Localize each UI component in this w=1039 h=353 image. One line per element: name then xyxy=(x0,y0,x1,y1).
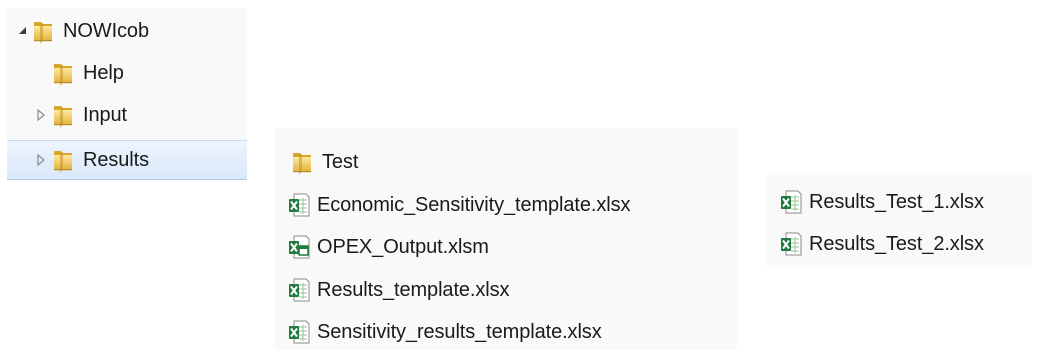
list-item-file[interactable]: Results_template.xlsx xyxy=(287,273,510,307)
list-item-file[interactable]: OPEX_Output.xlsm xyxy=(287,230,489,264)
list-item-file[interactable]: Results_Test_2.xlsx xyxy=(779,227,984,261)
tree-item-label: Help xyxy=(83,61,124,84)
expanded-arrow-icon[interactable] xyxy=(17,24,29,38)
folder-icon xyxy=(51,102,75,128)
file-name: Results_Test_2.xlsx xyxy=(809,232,984,255)
excel-file-icon xyxy=(287,192,311,218)
tree-item-input[interactable]: Input xyxy=(7,98,247,132)
list-item-file[interactable]: Economic_Sensitivity_template.xlsx xyxy=(287,188,631,222)
list-item-test-folder[interactable]: Test xyxy=(290,145,358,179)
list-item-file[interactable]: Sensitivity_results_template.xlsx xyxy=(287,315,602,349)
results-folder-file-list: Test Economic_Sensitivity_template.xlsx … xyxy=(275,128,737,350)
file-name: Sensitivity_results_template.xlsx xyxy=(317,320,602,343)
tree-item-results[interactable]: Results xyxy=(7,140,247,180)
folder-icon xyxy=(51,147,75,173)
navigation-tree: NOWIcob Help Input Results xyxy=(7,8,247,180)
file-name: OPEX_Output.xlsm xyxy=(317,235,489,258)
excel-macro-file-icon xyxy=(287,234,311,260)
file-name: Economic_Sensitivity_template.xlsx xyxy=(317,193,631,216)
tree-item-label: Input xyxy=(83,103,127,126)
excel-file-icon xyxy=(779,231,803,257)
tree-item-help[interactable]: Help xyxy=(7,56,247,90)
file-name: Test xyxy=(322,150,359,173)
folder-icon xyxy=(290,149,314,175)
file-name: Results_template.xlsx xyxy=(317,278,510,301)
tree-item-nowicob[interactable]: NOWIcob xyxy=(7,14,247,48)
list-item-file[interactable]: Results_Test_1.xlsx xyxy=(779,185,984,219)
file-name: Results_Test_1.xlsx xyxy=(809,190,984,213)
excel-file-icon xyxy=(287,319,311,345)
collapsed-arrow-icon[interactable] xyxy=(35,153,47,167)
tree-item-label: NOWIcob xyxy=(63,19,149,42)
excel-file-icon xyxy=(287,277,311,303)
excel-file-icon xyxy=(779,189,803,215)
test-folder-file-list: Results_Test_1.xlsx Results_Test_2.xlsx xyxy=(767,175,1032,267)
folder-icon xyxy=(31,18,55,44)
tree-item-label: Results xyxy=(83,148,149,171)
collapsed-arrow-icon[interactable] xyxy=(35,108,47,122)
folder-icon xyxy=(51,60,75,86)
